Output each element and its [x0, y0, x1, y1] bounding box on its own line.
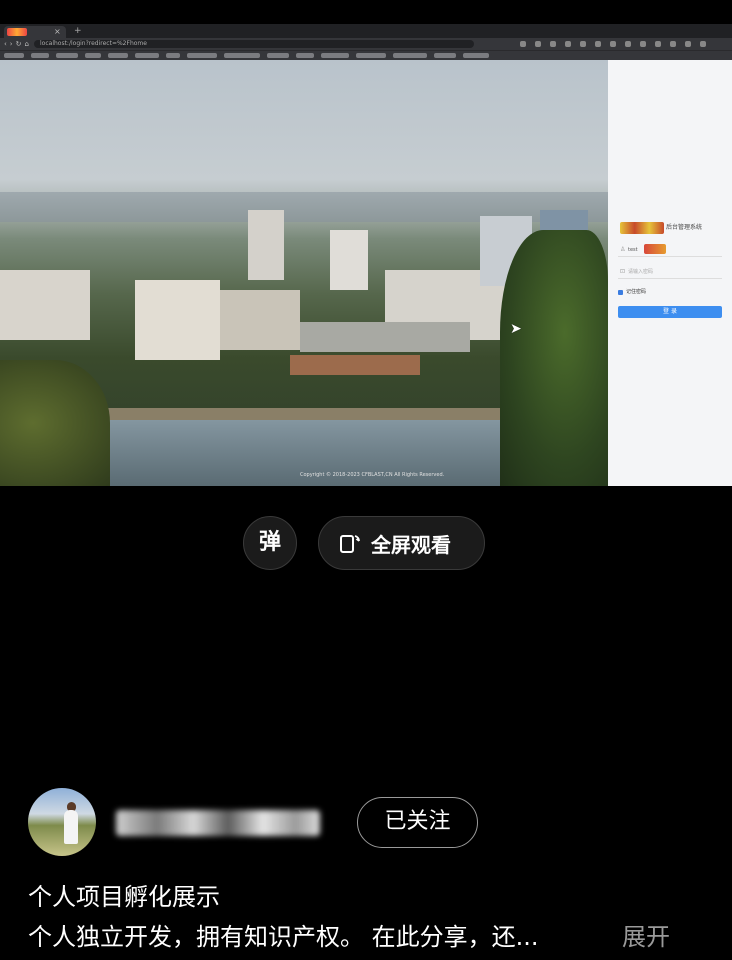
web-page: Copyright © 2018-2023 CFBLAST,CN All Rig…	[0, 60, 732, 486]
video-player[interactable]: × + ‹›↻⌂ localhost:/login?redirect=%2Fho…	[0, 24, 732, 486]
extension-icons[interactable]	[520, 40, 725, 48]
fullscreen-button[interactable]: 全屏观看	[318, 516, 485, 570]
lock-icon: ⊡	[620, 268, 626, 275]
login-button[interactable]: 登 录	[618, 306, 722, 318]
system-logo	[620, 222, 664, 234]
expand-link[interactable]: 展开	[622, 920, 670, 954]
browser-address-bar: ‹›↻⌂ localhost:/login?redirect=%2Fhome	[0, 38, 732, 50]
post-description: 个人独立开发，拥有知识产权。 在此分享，还...	[28, 923, 539, 951]
redacted-sticker	[644, 244, 666, 254]
password-field[interactable]: ⊡ 请输入密码	[618, 266, 722, 279]
post-title: 个人项目孵化展示	[28, 883, 220, 911]
fullscreen-rotate-icon	[340, 535, 360, 553]
close-icon[interactable]: ×	[54, 26, 61, 38]
password-placeholder: 请输入密码	[628, 269, 654, 275]
user-icon: ♙	[620, 246, 626, 253]
checkbox-icon	[618, 289, 623, 295]
username-value: test	[628, 247, 638, 253]
site-logo-icon	[7, 28, 27, 36]
browser-tab-bar: × +	[0, 24, 732, 38]
system-title: 后台管理系统	[666, 224, 703, 231]
browser-tab[interactable]: ×	[4, 26, 66, 38]
remember-checkbox[interactable]: 记住密码	[618, 288, 646, 296]
fullscreen-label: 全屏观看	[371, 532, 451, 557]
bookmarks-bar[interactable]	[0, 50, 732, 60]
danmu-toggle-button[interactable]: 弹	[243, 516, 297, 570]
browser-nav-icons[interactable]: ‹›↻⌂	[4, 40, 32, 48]
mouse-cursor-icon: ➤	[510, 321, 522, 337]
new-tab-icon[interactable]: +	[74, 26, 82, 36]
login-panel: 后台管理系统 ♙ test ⊡ 请输入密码 记住密码 登 录	[608, 60, 732, 486]
remember-label: 记住密码	[626, 289, 647, 295]
follow-button[interactable]: 已关注	[357, 797, 478, 848]
url-field[interactable]: localhost:/login?redirect=%2Fhome	[34, 40, 474, 48]
copyright-text: Copyright © 2018-2023 CFBLAST,CN All Rig…	[300, 472, 445, 478]
city-background-image: Copyright © 2018-2023 CFBLAST,CN All Rig…	[0, 60, 608, 486]
username-field[interactable]: ♙ test	[618, 244, 722, 257]
author-name-redacted[interactable]	[116, 802, 326, 842]
author-avatar[interactable]	[28, 788, 96, 856]
